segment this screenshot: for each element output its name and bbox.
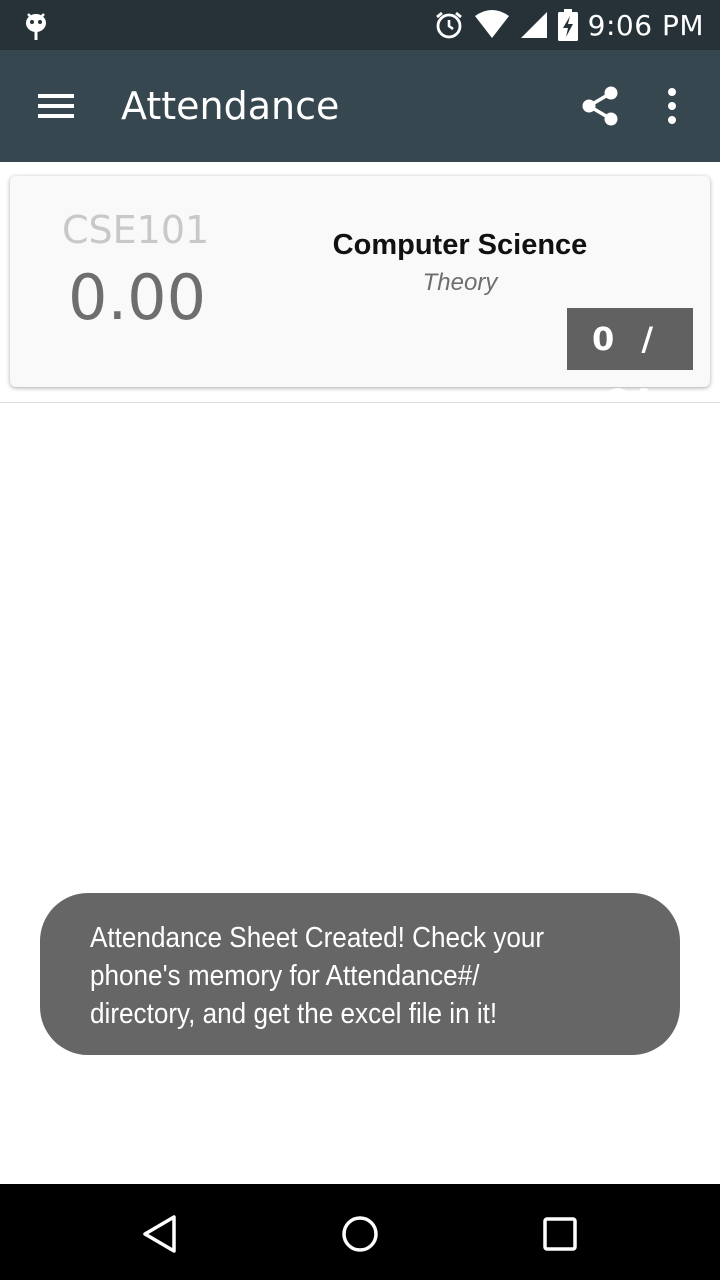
status-bar: 9:06 PM xyxy=(0,0,720,50)
home-icon[interactable] xyxy=(338,1212,382,1256)
attendance-count-badge: 0 / 84 xyxy=(567,308,693,420)
toast-line: phone's memory for Attendance#/ xyxy=(90,960,480,992)
toast-line: directory, and get the excel file in it! xyxy=(90,998,498,1030)
back-icon[interactable] xyxy=(138,1212,182,1256)
subject-name: Computer Science xyxy=(332,229,588,261)
total-count: 84 xyxy=(606,382,654,420)
count-separator: / xyxy=(641,320,655,358)
attendance-percentage: 0.00 xyxy=(68,261,207,334)
alarm-icon xyxy=(435,11,462,39)
app-bar: Attendance xyxy=(0,50,720,162)
recents-icon[interactable] xyxy=(538,1212,582,1256)
subject-card[interactable]: CSE101 0.00 Computer Science Theory 0 / … xyxy=(10,176,710,420)
attended-count: 0 xyxy=(591,320,616,358)
toast-line: Attendance Sheet Created! Check your xyxy=(90,922,545,954)
toast-message: Attendance Sheet Created! Check your pho… xyxy=(40,893,680,1055)
menu-icon[interactable] xyxy=(36,88,76,124)
more-vert-icon[interactable] xyxy=(660,86,684,126)
battery-charging-icon xyxy=(557,9,578,41)
wifi-icon xyxy=(474,10,509,38)
page-title: Attendance xyxy=(121,84,340,128)
subject-code: CSE101 xyxy=(62,208,210,252)
list-divider xyxy=(0,402,720,403)
signal-icon xyxy=(520,12,547,38)
share-icon[interactable] xyxy=(578,84,622,128)
status-time: 9:06 PM xyxy=(587,8,704,42)
android-debug-icon xyxy=(26,13,46,40)
subject-type: Theory xyxy=(422,269,498,296)
navigation-bar xyxy=(0,1184,720,1280)
